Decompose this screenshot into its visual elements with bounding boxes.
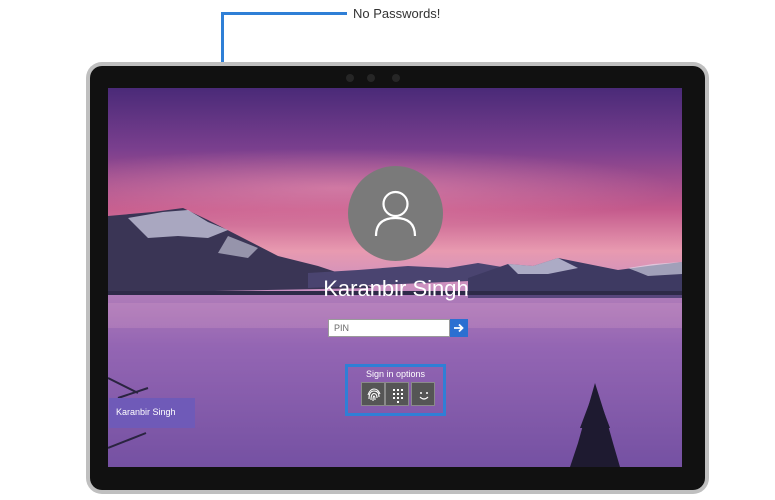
arrow-right-icon bbox=[454, 323, 464, 333]
user-avatar bbox=[348, 166, 443, 261]
user-tile-name: Karanbir Singh bbox=[116, 407, 176, 417]
user-name: Karanbir Singh bbox=[323, 276, 469, 301]
user-switch-tile[interactable]: Karanbir Singh bbox=[109, 398, 195, 428]
pin-submit-button[interactable] bbox=[450, 319, 468, 337]
camera-icon bbox=[346, 74, 354, 82]
camera-icon bbox=[392, 74, 400, 82]
callout-line-top bbox=[221, 12, 347, 15]
person-icon bbox=[374, 190, 417, 237]
sign-in-options-highlight bbox=[345, 364, 446, 416]
pin-input[interactable] bbox=[328, 319, 450, 337]
camera-icon bbox=[367, 74, 375, 82]
callout-label: No Passwords! bbox=[353, 6, 441, 21]
